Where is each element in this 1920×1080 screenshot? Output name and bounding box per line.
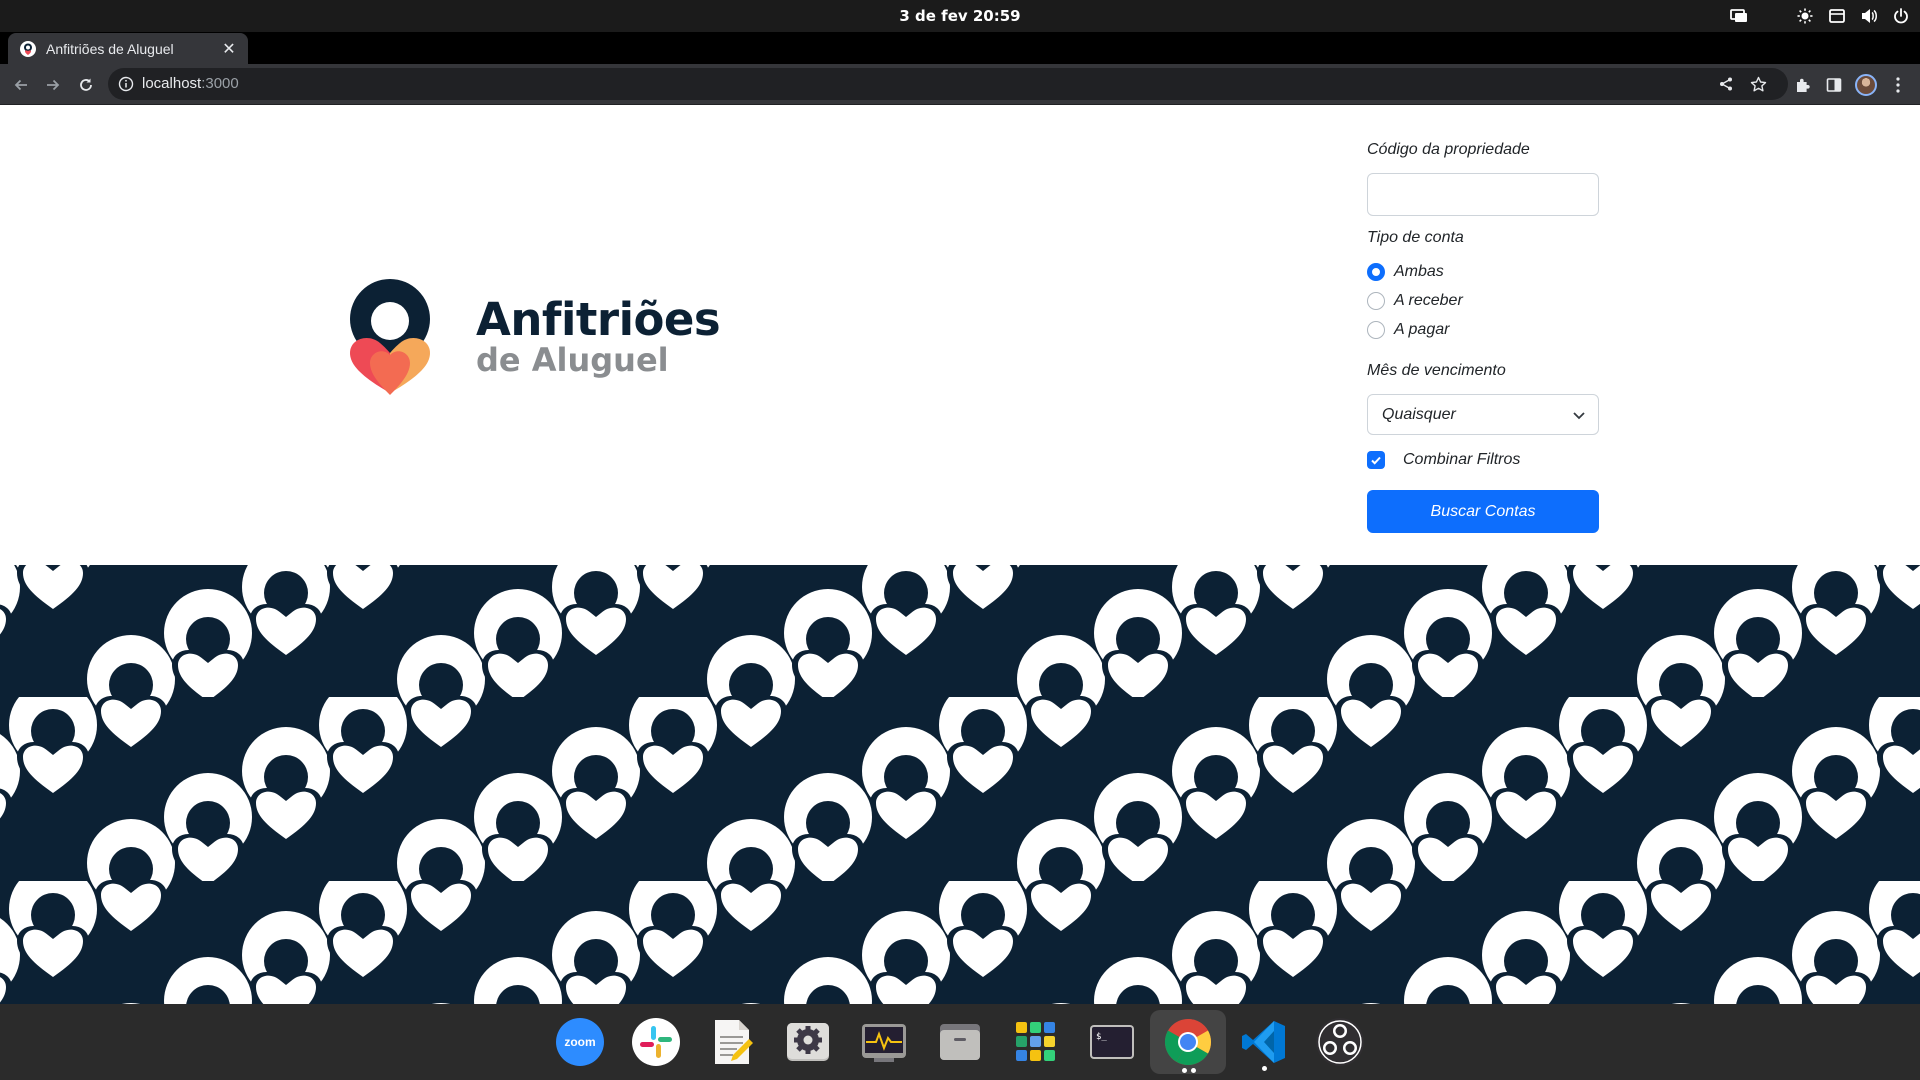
system-monitor-icon bbox=[862, 1024, 906, 1062]
tab-strip: Anfitriões de Aluguel ✕ + bbox=[0, 32, 1920, 92]
property-code-label: Código da propriedade bbox=[1367, 141, 1530, 158]
brand-mark-icon bbox=[350, 279, 430, 395]
tab-title: Anfitriões de Aluguel bbox=[46, 40, 174, 57]
account-type-label: Tipo de conta bbox=[1367, 229, 1464, 246]
running-indicator bbox=[1191, 1068, 1196, 1073]
power-icon[interactable] bbox=[1892, 7, 1910, 25]
browser-tab[interactable]: Anfitriões de Aluguel ✕ bbox=[8, 33, 248, 64]
terminal-prompt-text: $_ bbox=[1096, 1032, 1107, 1042]
dock-text-editor[interactable] bbox=[702, 1012, 762, 1072]
dock-system-monitor[interactable] bbox=[854, 1012, 914, 1072]
tab-close-icon[interactable]: ✕ bbox=[220, 39, 238, 58]
browser-toolbar: localhost:3000 bbox=[0, 64, 1920, 105]
dock-zoom[interactable]: zoom bbox=[550, 1012, 610, 1072]
brand-pattern-banner bbox=[0, 565, 1920, 1004]
screen-share-icon[interactable] bbox=[1730, 7, 1748, 25]
url-host: localhost bbox=[142, 75, 202, 92]
search-accounts-button[interactable]: Buscar Contas bbox=[1367, 490, 1599, 533]
brand-name: Anfitriões bbox=[476, 293, 721, 346]
url-port: :3000 bbox=[201, 75, 239, 92]
site-favicon-icon bbox=[20, 40, 36, 57]
property-code-input[interactable] bbox=[1367, 173, 1599, 216]
text-editor-icon bbox=[715, 1020, 753, 1064]
share-icon[interactable] bbox=[1716, 74, 1736, 94]
radio-button-a-pagar[interactable] bbox=[1367, 321, 1385, 339]
reload-icon[interactable] bbox=[76, 75, 96, 95]
dock: zoom $_ bbox=[0, 1004, 1920, 1080]
dock-app-grid[interactable] bbox=[1006, 1012, 1066, 1072]
settings-gear-icon bbox=[787, 1023, 829, 1061]
app-grid-icon bbox=[1016, 1022, 1055, 1061]
zoom-icon: zoom bbox=[556, 1018, 604, 1066]
forward-arrow-icon[interactable] bbox=[43, 75, 63, 95]
bookmark-star-icon[interactable] bbox=[1748, 74, 1768, 94]
zoom-icon-label: zoom bbox=[564, 1035, 595, 1049]
obs-icon bbox=[1316, 1018, 1364, 1066]
volume-icon[interactable] bbox=[1860, 7, 1878, 25]
dock-obs[interactable] bbox=[1310, 1012, 1370, 1072]
side-panel-icon[interactable] bbox=[1823, 74, 1845, 96]
clock[interactable]: 3 de fev 20:59 bbox=[0, 0, 1920, 32]
app-indicator-icon[interactable] bbox=[1828, 7, 1846, 25]
radio-option-ambas[interactable]: Ambas bbox=[1367, 261, 1444, 283]
running-indicator bbox=[1182, 1068, 1187, 1073]
brightness-icon[interactable] bbox=[1796, 7, 1814, 25]
dock-chrome[interactable] bbox=[1150, 1010, 1226, 1074]
system-top-bar: 3 de fev 20:59 bbox=[0, 0, 1920, 32]
checkmark-icon bbox=[1371, 456, 1381, 465]
dock-terminal[interactable]: $_ bbox=[1082, 1012, 1142, 1072]
due-month-value: Quaisquer bbox=[1382, 406, 1456, 423]
dock-slack[interactable] bbox=[626, 1012, 686, 1072]
slack-icon bbox=[632, 1018, 680, 1066]
combine-filters-checkbox[interactable] bbox=[1367, 451, 1385, 469]
site-info-icon[interactable] bbox=[118, 76, 134, 92]
terminal-icon: $_ bbox=[1090, 1025, 1134, 1059]
due-month-label: Mês de vencimento bbox=[1367, 362, 1506, 379]
address-bar[interactable]: localhost:3000 bbox=[108, 68, 1788, 100]
dock-settings[interactable] bbox=[778, 1012, 838, 1072]
combine-filters-label: Combinar Filtros bbox=[1403, 451, 1521, 468]
profile-avatar[interactable] bbox=[1855, 74, 1877, 96]
due-month-select[interactable]: Quaisquer bbox=[1367, 394, 1599, 435]
dock-files[interactable] bbox=[930, 1012, 990, 1072]
chevron-down-icon bbox=[1572, 408, 1586, 422]
brand-logo: Anfitriões de Aluguel bbox=[342, 273, 722, 403]
running-indicator bbox=[1262, 1066, 1267, 1071]
combine-filters-option[interactable]: Combinar Filtros bbox=[1367, 449, 1520, 471]
radio-button-a-receber[interactable] bbox=[1367, 292, 1385, 310]
chrome-icon bbox=[1164, 1018, 1212, 1066]
dock-vscode[interactable] bbox=[1234, 1012, 1294, 1072]
extensions-puzzle-icon[interactable] bbox=[1791, 74, 1813, 96]
vscode-icon bbox=[1242, 1021, 1285, 1063]
radio-label: A pagar bbox=[1394, 321, 1450, 338]
radio-option-a-pagar[interactable]: A pagar bbox=[1367, 319, 1449, 341]
brand-subtitle: de Aluguel bbox=[476, 341, 669, 379]
browser-menu-icon[interactable] bbox=[1887, 74, 1909, 96]
system-tray[interactable] bbox=[1730, 0, 1910, 32]
radio-button-ambas[interactable] bbox=[1367, 263, 1385, 281]
radio-option-a-receber[interactable]: A receber bbox=[1367, 290, 1463, 312]
radio-label: Ambas bbox=[1394, 263, 1444, 280]
page-viewport: Anfitriões de Aluguel Código da propried… bbox=[0, 105, 1920, 1004]
url-text[interactable]: localhost:3000 bbox=[142, 68, 239, 100]
radio-label: A receber bbox=[1394, 292, 1463, 309]
files-folder-icon bbox=[940, 1024, 980, 1060]
back-arrow-icon[interactable] bbox=[11, 75, 31, 95]
